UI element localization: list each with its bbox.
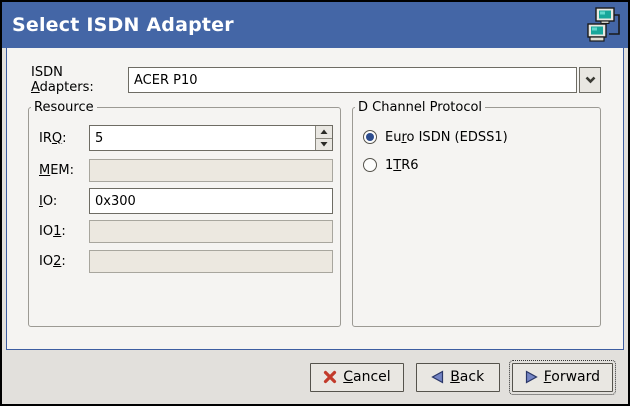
resource-group-title: Resource: [31, 100, 97, 115]
radio-1tr6[interactable]: 1TR6: [363, 156, 419, 174]
irq-input[interactable]: [90, 126, 315, 150]
arrow-left-icon: [431, 370, 444, 384]
irq-label: IRQ:: [39, 131, 89, 146]
dialog-header: Select ISDN Adapter: [2, 2, 628, 48]
radio-1tr6-label: 1TR6: [385, 158, 419, 173]
radio-button-icon[interactable]: [363, 158, 377, 172]
chevron-up-icon: [320, 129, 328, 135]
radio-euro-isdn[interactable]: Euro ISDN (EDSS1): [363, 128, 508, 146]
irq-spin-down-button[interactable]: [316, 138, 332, 151]
mem-input: [89, 159, 333, 182]
page-title: Select ISDN Adapter: [12, 14, 234, 36]
io1-input: [89, 220, 333, 243]
dialog-content: ISDN Adapters: Resource IRQ:: [6, 48, 624, 350]
network-computers-icon: [584, 6, 622, 46]
radio-button-icon[interactable]: [363, 130, 377, 144]
forward-button-label: Forward: [544, 369, 600, 385]
isdn-adapters-combobox: [128, 67, 601, 93]
select-isdn-adapter-dialog: Select ISDN Adapter ISDN Adapters:: [0, 0, 630, 406]
io1-label: IO1:: [39, 224, 89, 239]
io-row: IO:: [39, 188, 333, 214]
io2-label: IO2:: [39, 254, 89, 269]
chevron-down-icon: [585, 76, 596, 84]
io-label: IO:: [39, 194, 89, 209]
red-cross-icon: [323, 370, 337, 384]
radio-euro-isdn-label: Euro ISDN (EDSS1): [385, 130, 508, 145]
irq-spinbox: [89, 125, 333, 151]
mem-label: MEM:: [39, 163, 89, 178]
isdn-adapters-label: ISDN Adapters:: [31, 65, 128, 95]
io2-input: [89, 250, 333, 273]
isdn-adapters-dropdown-button[interactable]: [579, 67, 601, 93]
arrow-right-icon: [525, 370, 538, 384]
io1-row: IO1:: [39, 220, 333, 243]
mem-row: MEM:: [39, 159, 333, 182]
resource-group: Resource IRQ: MEM:: [28, 107, 341, 327]
forward-button[interactable]: Forward: [512, 363, 613, 392]
back-button[interactable]: Back: [416, 363, 500, 392]
irq-row: IRQ:: [39, 125, 333, 151]
d-channel-protocol-group: D Channel Protocol Euro ISDN (EDSS1) 1TR…: [352, 107, 601, 327]
io-input[interactable]: [89, 188, 333, 214]
cancel-button[interactable]: Cancel: [310, 363, 403, 392]
isdn-adapters-row: ISDN Adapters:: [31, 67, 602, 93]
irq-spin-up-button[interactable]: [316, 126, 332, 138]
irq-steppers: [315, 126, 332, 150]
chevron-down-icon: [320, 141, 328, 147]
back-button-label: Back: [450, 369, 484, 385]
d-channel-protocol-group-title: D Channel Protocol: [355, 100, 485, 115]
io2-row: IO2:: [39, 250, 333, 273]
cancel-button-label: Cancel: [343, 369, 390, 385]
dialog-button-bar: Cancel Back Forward: [2, 350, 628, 404]
isdn-adapters-input[interactable]: [128, 67, 577, 93]
